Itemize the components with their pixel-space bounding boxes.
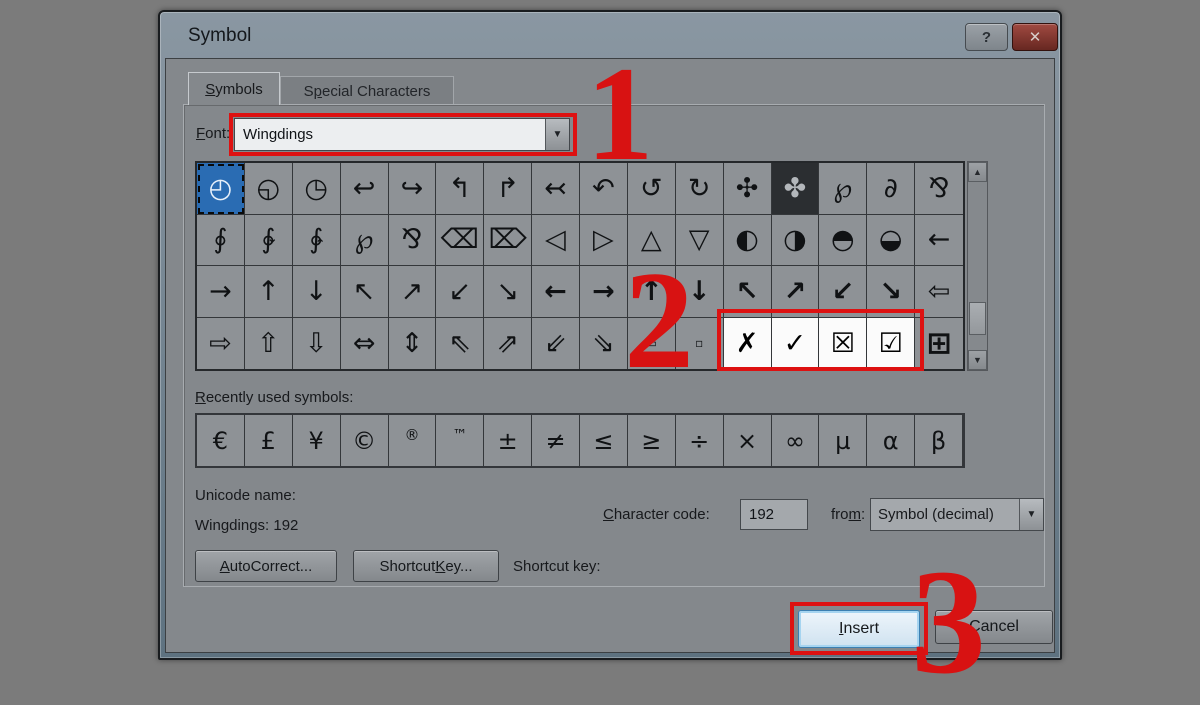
close-icon: ✕ <box>1029 28 1042 46</box>
help-icon: ? <box>982 29 991 46</box>
dialog-body: Symbols Special Characters Font: Wingdin… <box>165 58 1055 653</box>
title-bar[interactable]: Symbol ? ✕ <box>160 12 1060 58</box>
close-button[interactable]: ✕ <box>1012 23 1058 51</box>
symbol-dialog: Symbol ? ✕ Symbols Special Characters Fo… <box>158 10 1062 660</box>
tab-special-characters[interactable]: Special Characters <box>280 76 454 105</box>
tab-symbols[interactable]: Symbols <box>188 72 280 105</box>
insert-button[interactable]: Insert <box>798 610 920 648</box>
dialog-title: Symbol <box>188 25 251 47</box>
tab-page <box>183 104 1045 587</box>
cancel-button[interactable]: Cancel <box>935 610 1053 644</box>
help-button[interactable]: ? <box>965 23 1008 51</box>
